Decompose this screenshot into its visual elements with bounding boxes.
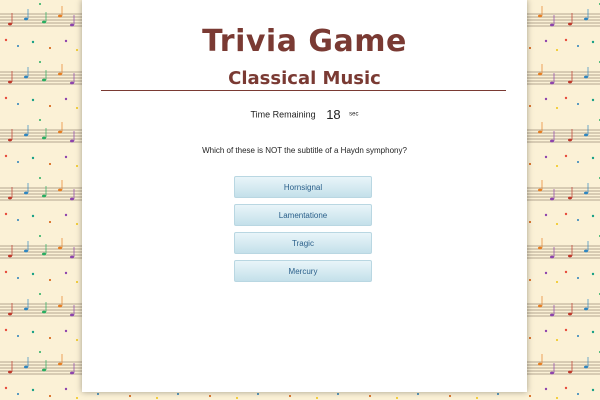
timer-unit: sec: [349, 111, 359, 118]
timer-value: 18: [326, 107, 341, 122]
answer-list: Hornsignal Lamentatione Tragic Mercury: [234, 176, 372, 288]
category-title: Classical Music: [228, 68, 381, 89]
timer: Time Remaining 18 sec: [82, 107, 527, 122]
answer-button-tragic[interactable]: Tragic: [234, 232, 372, 254]
answer-button-mercury[interactable]: Mercury: [234, 260, 372, 282]
game-panel: Trivia Game Classical Music Time Remaini…: [82, 0, 527, 392]
timer-label: Time Remaining: [250, 109, 316, 120]
answer-button-lamentatione[interactable]: Lamentatione: [234, 204, 372, 226]
title-divider: [101, 90, 506, 91]
game-title: Trivia Game: [202, 24, 407, 59]
answer-button-hornsignal[interactable]: Hornsignal: [234, 176, 372, 198]
question-text: Which of these is NOT the subtitle of a …: [202, 146, 407, 155]
